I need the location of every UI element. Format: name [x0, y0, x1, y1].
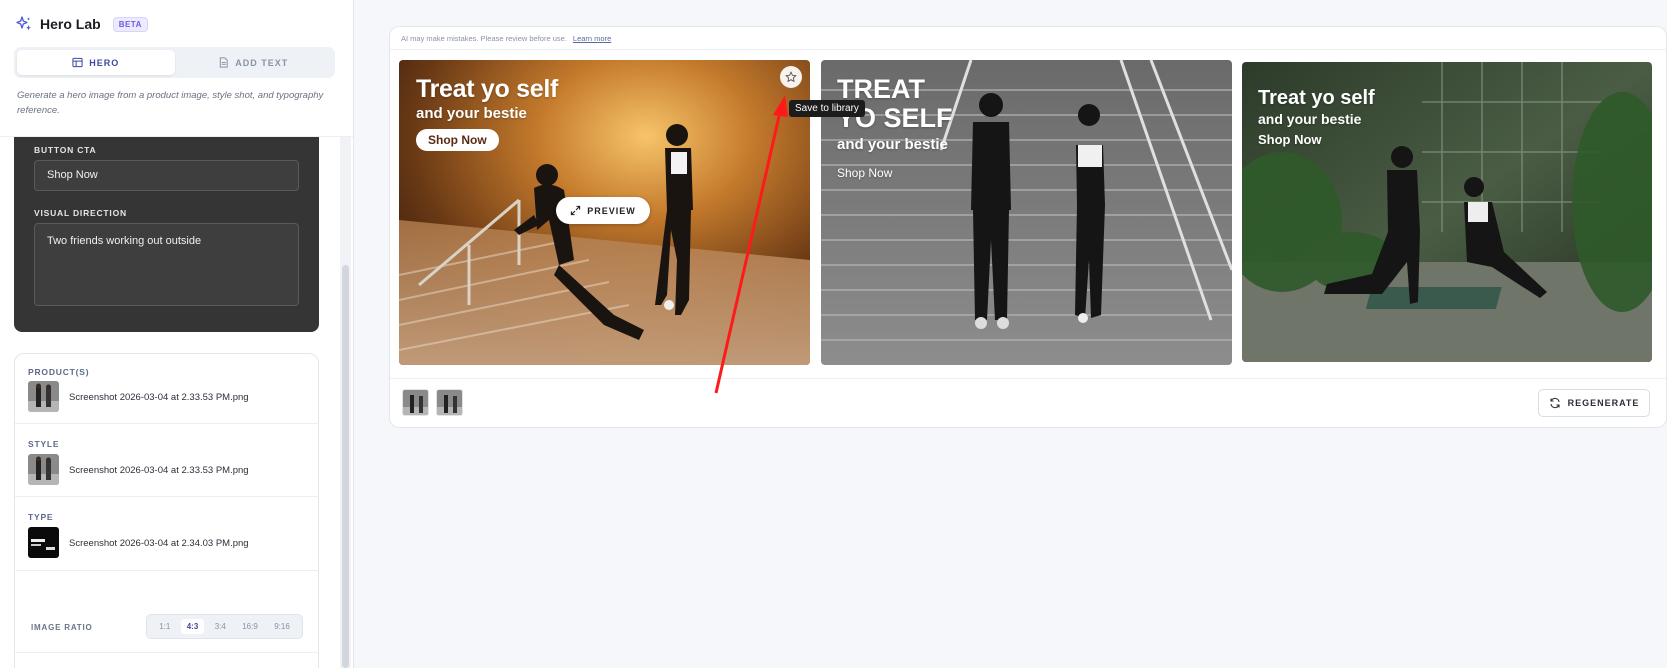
- product-reference: PRODUCT(S) Screenshot 2026-03-04 at 2.33…: [15, 354, 318, 424]
- learn-more-link[interactable]: Learn more: [573, 34, 611, 43]
- type-reference: TYPE Screenshot 2026-03-04 at 2.34.03 PM…: [15, 498, 318, 571]
- image-3-headline: Treat yo self: [1258, 87, 1375, 109]
- refresh-icon: [1550, 397, 1560, 409]
- product-filename: Screenshot 2026-03-04 at 2.33.53 PM.png: [69, 392, 249, 403]
- beta-badge: BETA: [112, 16, 148, 32]
- image-1-cta: Shop Now: [416, 129, 499, 151]
- document-icon: [220, 57, 228, 68]
- reference-thumbnail-2[interactable]: [436, 389, 463, 416]
- save-to-library-tooltip: Save to library: [789, 100, 865, 117]
- sidebar: BUTTON CTA Shop Now VISUAL DIRECTION Two…: [0, 0, 354, 668]
- image-ratio-label: IMAGE RATIO: [31, 623, 93, 632]
- divider: [15, 652, 318, 653]
- tab-add-text[interactable]: ADD TEXT: [175, 50, 333, 75]
- mode-tabs: HERO ADD TEXT: [14, 47, 335, 78]
- expand-icon: [571, 205, 581, 216]
- brand: Hero Lab BETA: [16, 16, 148, 32]
- type-label: TYPE: [28, 512, 54, 522]
- star-icon: [785, 71, 797, 82]
- results-panel: AI may make mistakes. Please review befo…: [389, 26, 1667, 428]
- generated-image-1[interactable]: Treat yo self and your bestie Shop Now P…: [399, 60, 810, 365]
- regenerate-label: REGENERATE: [1567, 398, 1640, 408]
- layout-icon: [72, 57, 83, 68]
- disclaimer: AI may make mistakes. Please review befo…: [401, 34, 611, 43]
- type-thumbnail[interactable]: [28, 527, 59, 558]
- style-thumbnail[interactable]: [28, 454, 59, 485]
- image-1-headline: Treat yo self: [416, 75, 558, 103]
- tab-hero[interactable]: HERO: [17, 50, 175, 75]
- image-3-cta: Shop Now: [1258, 132, 1322, 147]
- product-thumbnail[interactable]: [28, 381, 59, 412]
- divider: [390, 378, 1666, 379]
- button-cta-label: BUTTON CTA: [34, 145, 97, 155]
- type-filename: Screenshot 2026-03-04 at 2.34.03 PM.png: [69, 538, 249, 549]
- style-filename: Screenshot 2026-03-04 at 2.33.53 PM.png: [69, 465, 249, 476]
- reference-thumbnail-1[interactable]: [402, 389, 429, 416]
- image-2-subline: and your bestie: [837, 136, 948, 153]
- hero-form-card: BUTTON CTA Shop Now VISUAL DIRECTION Two…: [14, 118, 319, 332]
- image-ratio-selector: 1:1 4:3 3:4 16:9 9:16: [146, 614, 303, 639]
- button-cta-input[interactable]: Shop Now: [34, 160, 299, 191]
- image-2-headline-line1: TREAT: [837, 74, 925, 104]
- style-label: STYLE: [28, 439, 60, 449]
- sidebar-scrollbar[interactable]: [342, 265, 349, 668]
- tab-hero-label: HERO: [89, 57, 120, 68]
- generated-image-3[interactable]: Treat yo self and your bestie Shop Now: [1242, 62, 1652, 362]
- ratio-1-1[interactable]: 1:1: [153, 619, 176, 634]
- style-reference: STYLE Screenshot 2026-03-04 at 2.33.53 P…: [15, 425, 318, 497]
- preview-button[interactable]: PREVIEW: [556, 197, 650, 224]
- description: Generate a hero image from a product ima…: [17, 90, 324, 116]
- image-2-cta: Shop Now: [837, 166, 893, 180]
- visual-direction-textarea[interactable]: Two friends working out outside: [34, 223, 299, 306]
- app-title: Hero Lab: [40, 16, 101, 32]
- image-1-subline: and your bestie: [416, 105, 527, 122]
- sparkle-icon: [16, 16, 31, 31]
- disclaimer-text: AI may make mistakes. Please review befo…: [401, 34, 567, 43]
- sidebar-header: Hero Lab BETA HERO ADD TEXT Generate a h…: [0, 0, 353, 136]
- image-3-subline: and your bestie: [1258, 111, 1362, 127]
- tab-add-text-label: ADD TEXT: [235, 57, 289, 68]
- preview-label: PREVIEW: [587, 205, 636, 216]
- visual-direction-label: VISUAL DIRECTION: [34, 208, 127, 218]
- references-card: PRODUCT(S) Screenshot 2026-03-04 at 2.33…: [14, 353, 319, 668]
- ratio-16-9[interactable]: 16:9: [236, 619, 264, 634]
- ratio-4-3[interactable]: 4:3: [180, 619, 205, 634]
- ratio-9-16[interactable]: 9:16: [268, 619, 296, 634]
- regenerate-button[interactable]: REGENERATE: [1538, 389, 1650, 417]
- ratio-3-4[interactable]: 3:4: [209, 619, 232, 634]
- divider: [390, 49, 1666, 50]
- save-to-library-button[interactable]: [780, 66, 802, 88]
- generated-image-2[interactable]: TREAT YO SELF and your bestie Shop Now: [821, 60, 1232, 365]
- product-label: PRODUCT(S): [28, 367, 90, 377]
